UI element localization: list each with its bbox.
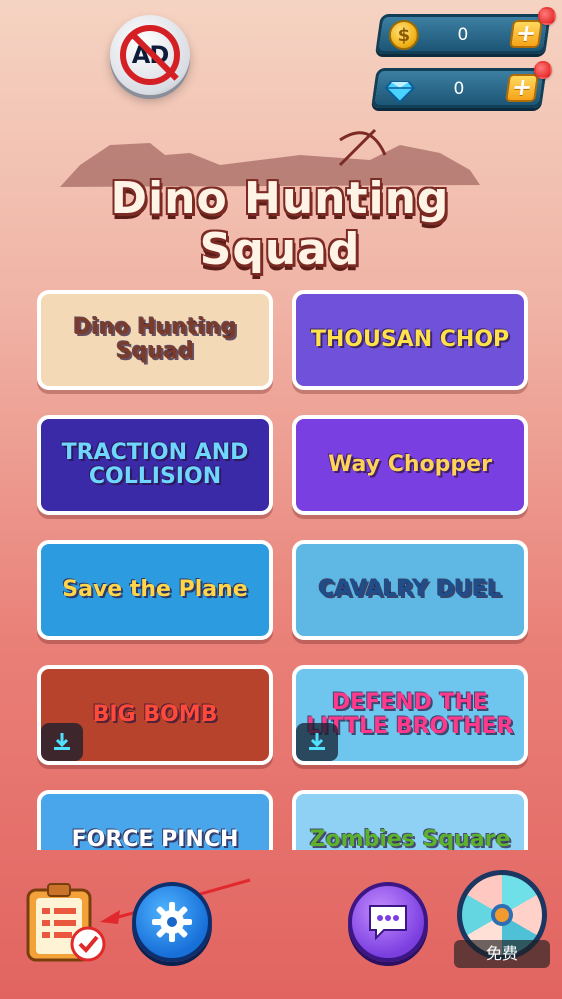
no-ads-label: AD xyxy=(131,41,169,69)
game-title: THOUSAN CHOP xyxy=(310,327,510,352)
game-card-big-bomb[interactable]: BIG BOMB xyxy=(37,665,273,765)
game-card-cavalry-duel[interactable]: CAVALRY DUEL xyxy=(292,540,528,640)
chat-bubble-icon xyxy=(369,905,407,941)
no-ads-icon: AD xyxy=(120,25,180,85)
game-card-save-the-plane[interactable]: Save the Plane xyxy=(37,540,273,640)
gem-value: 0 xyxy=(453,79,465,99)
game-card-dino-hunting-squad[interactable]: Dino Hunting Squad xyxy=(37,290,273,390)
coin-icon: $ xyxy=(388,20,419,50)
game-card-thousan-chop[interactable]: THOUSAN CHOP xyxy=(292,290,528,390)
game-title: Way Chopper xyxy=(328,452,492,477)
game-title: Save the Plane xyxy=(62,577,248,602)
gear-icon xyxy=(152,902,192,942)
game-card-force-pinch[interactable]: FORCE PINCH xyxy=(37,790,273,850)
add-coins-button[interactable]: + xyxy=(509,19,543,48)
game-title: Dino Hunting Squad xyxy=(73,315,237,364)
game-card-zombies-square[interactable]: Zombies Square xyxy=(292,790,528,850)
chat-button[interactable] xyxy=(348,882,428,962)
game-grid: Dino Hunting Squad THOUSAN CHOP TRACTION… xyxy=(0,285,562,850)
gem-counter: 0 + xyxy=(371,68,547,108)
settings-button[interactable] xyxy=(132,882,212,962)
diamond-icon xyxy=(384,74,416,104)
game-card-way-chopper[interactable]: Way Chopper xyxy=(292,415,528,515)
logo-title: Dino Hunting Squad xyxy=(110,173,450,275)
coin-counter: $ 0 + xyxy=(375,14,551,54)
game-title: Zombies Square xyxy=(309,827,511,851)
game-card-defend-the-little-brother[interactable]: DEFEND THE LITTLE BROTHER xyxy=(292,665,528,765)
coin-notification-dot xyxy=(538,7,556,25)
game-card-traction-and-collision[interactable]: TRACTION AND COLLISION xyxy=(37,415,273,515)
add-gems-button[interactable]: + xyxy=(505,73,539,102)
game-title: CAVALRY DUEL xyxy=(318,577,502,602)
game-title: BIG BOMB xyxy=(92,702,218,727)
free-badge: 免费 xyxy=(454,940,550,968)
game-logo: Dino Hunting Squad xyxy=(40,125,520,275)
gem-notification-dot xyxy=(534,61,552,79)
game-title: TRACTION AND COLLISION xyxy=(61,440,249,489)
game-title: FORCE PINCH xyxy=(71,827,239,851)
download-icon[interactable] xyxy=(296,723,338,761)
no-ads-button[interactable]: AD xyxy=(110,15,190,95)
wheel-hub-icon xyxy=(491,904,513,926)
download-icon[interactable] xyxy=(41,723,83,761)
coin-value: 0 xyxy=(457,25,469,45)
